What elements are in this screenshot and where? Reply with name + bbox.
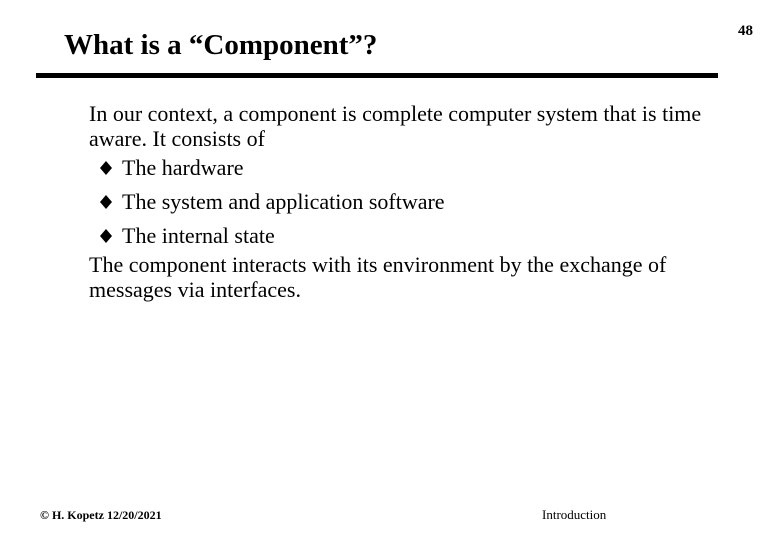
component-parts-list: The hardware The system and application … [89, 155, 729, 250]
list-item-text: The system and application software [122, 189, 445, 214]
intro-paragraph: In our context, a component is complete … [89, 101, 702, 151]
slide-title: What is a “Component”? [64, 29, 378, 61]
list-item: The system and application software [89, 189, 729, 223]
closing-paragraph: The component interacts with its environ… [89, 252, 667, 302]
slide-number: 48 [738, 23, 753, 39]
footer-copyright: © H. Kopetz 12/20/2021 [40, 508, 162, 522]
list-item: The hardware [89, 155, 729, 189]
list-item-text: The internal state [122, 223, 275, 248]
footer-section: Introduction [542, 507, 607, 522]
slide-body: In our context, a component is complete … [89, 101, 729, 302]
diamond-bullet-icon [100, 229, 112, 243]
diamond-bullet-icon [100, 161, 112, 175]
list-item: The internal state [89, 223, 729, 250]
diamond-bullet-icon [100, 195, 112, 209]
title-divider [36, 73, 718, 78]
list-item-text: The hardware [122, 155, 244, 180]
